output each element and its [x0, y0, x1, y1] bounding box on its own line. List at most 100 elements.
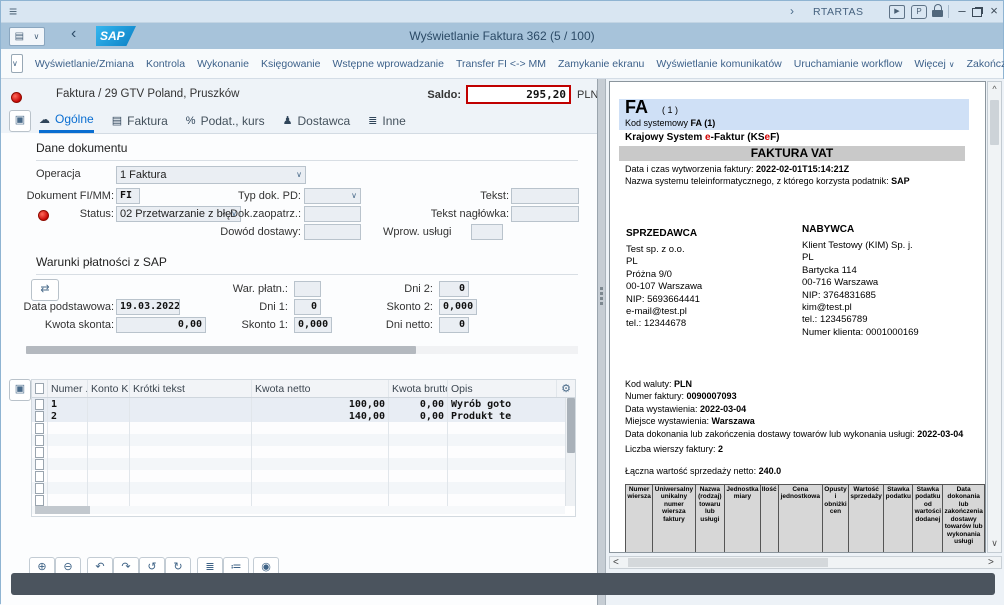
document-title: Faktura / 29 GTV Poland, Pruszków	[56, 86, 239, 102]
row-checkbox[interactable]	[32, 410, 48, 422]
transaction-combobox[interactable]: ∨	[11, 54, 23, 73]
row-checkbox[interactable]	[32, 494, 48, 506]
minimize-button[interactable]: –	[955, 3, 969, 18]
expand-button[interactable]: ▣	[9, 110, 31, 132]
row-checkbox[interactable]	[32, 446, 48, 458]
preview-column-header: Numer wiersza	[626, 485, 653, 554]
checkbox-icon	[35, 459, 44, 470]
row-checkbox[interactable]	[32, 482, 48, 494]
typ-dok-dropdown[interactable]: ∨	[304, 188, 361, 204]
system-bar: ≡ › RTARTAS ▶ P – ×	[1, 1, 1003, 23]
column-header[interactable]: Numer ...	[48, 380, 88, 397]
hscroll-thumb[interactable]	[26, 346, 416, 354]
gui-scripting-icon[interactable]: ▶	[889, 5, 905, 19]
row-checkbox[interactable]	[32, 458, 48, 470]
created-value: 2022-02-01T15:14:21Z	[756, 164, 849, 174]
row-checkbox[interactable]	[32, 470, 48, 482]
other-icon: ≣	[368, 114, 377, 127]
tab-label: Podat., kurs	[201, 114, 265, 128]
table-row[interactable]	[32, 446, 575, 458]
scroll-left-arrow[interactable]: <	[613, 557, 619, 568]
menu-item-end[interactable]: Zakończenie	[967, 58, 1004, 70]
address-line: tel.: 123456789	[802, 314, 919, 326]
address-line: e-mail@test.pl	[626, 306, 702, 318]
tab-ogolne[interactable]: ☁Ogólne	[39, 108, 94, 133]
ksef-line: Krajowy System e-Faktur (KSeF)	[625, 132, 780, 143]
hscroll-thumb[interactable]	[35, 506, 90, 514]
restore-button[interactable]	[970, 3, 984, 18]
vscroll-thumb[interactable]	[990, 100, 999, 145]
table-row[interactable]	[32, 470, 575, 482]
table-expand-button[interactable]: ▣	[9, 379, 31, 401]
tab-podat-kurs[interactable]: %Podat., kurs	[186, 114, 265, 128]
dowod-dostawy-label: Dowód dostawy:	[151, 224, 301, 240]
chat-icon[interactable]: P	[911, 5, 927, 19]
menu-item-wykonanie[interactable]: Wykonanie	[197, 58, 249, 70]
column-header[interactable]: Opis	[448, 380, 557, 397]
tekst-naglowka-field[interactable]	[511, 206, 579, 222]
table-row[interactable]	[32, 482, 575, 494]
column-header[interactable]: Kwota netto	[252, 380, 389, 397]
scroll-up-arrow[interactable]: ^	[988, 84, 1001, 94]
skonto2-field[interactable]: 0,000	[439, 299, 477, 315]
dni2-field[interactable]: 0	[439, 281, 469, 297]
menu-item-wstepne[interactable]: Wstępne wprowadzanie	[332, 58, 443, 70]
table-settings-button[interactable]: ⚙	[557, 380, 575, 397]
wprow-uslugi-field[interactable]	[471, 224, 503, 240]
tab-label: Dostawca	[297, 114, 350, 128]
menu-item-ksiegowanie[interactable]: Księgowanie	[261, 58, 321, 70]
row-checkbox[interactable]	[32, 434, 48, 446]
chevron-right-icon[interactable]: ›	[790, 4, 794, 18]
operacja-label: Operacja	[36, 166, 81, 182]
scroll-right-arrow[interactable]: >	[988, 557, 994, 568]
tekst-field[interactable]	[511, 188, 579, 204]
table-row[interactable]	[32, 422, 575, 434]
column-header[interactable]: Krótki tekst	[130, 380, 252, 397]
tab-dostawca[interactable]: ♟Dostawca	[283, 114, 351, 128]
table-row[interactable]	[32, 434, 575, 446]
dropdown-value: 1 Faktura	[120, 168, 166, 182]
saldo-field[interactable]: 295,20	[466, 85, 571, 104]
tekst-naglowka-label: Tekst nagłówka:	[381, 206, 509, 222]
menu-item-display-change[interactable]: Wyświetlanie/Zmiana	[35, 58, 134, 70]
menu-item-more[interactable]: Więcej ∨	[914, 58, 954, 70]
menu-item-kontrola[interactable]: Kontrola	[146, 58, 185, 70]
column-header[interactable]: Konto KG	[88, 380, 130, 397]
table-row[interactable]	[32, 458, 575, 470]
row-checkbox[interactable]	[32, 422, 48, 434]
hscroll-thumb[interactable]	[628, 558, 828, 567]
menu-item-transfer[interactable]: Transfer FI <-> MM	[456, 58, 546, 70]
lock-icon[interactable]	[932, 4, 944, 18]
net-total: Łączna wartość sprzedaży netto: 240.0	[625, 466, 781, 476]
close-button[interactable]: ×	[987, 3, 1001, 18]
detail-line: Kod waluty: PLN	[625, 378, 963, 390]
select-all-checkbox[interactable]	[32, 380, 48, 397]
address-line: Bartycka 114	[802, 265, 919, 277]
table-row[interactable]: 2 140,00 0,00 Produkt te	[32, 410, 575, 422]
dokument-field[interactable]: FI	[116, 188, 140, 204]
tab-faktura[interactable]: ▤Faktura	[112, 114, 168, 128]
address-line: PL	[802, 252, 919, 264]
table-row[interactable]	[32, 494, 575, 506]
ksef-text: -Faktur (KS	[711, 132, 765, 143]
table-row[interactable]: 1 100,00 0,00 Wyrób goto	[32, 398, 575, 410]
row-checkbox[interactable]	[32, 398, 48, 410]
dni-netto-field[interactable]: 0	[439, 317, 469, 333]
menu-icon[interactable]: ≡	[9, 3, 17, 19]
table-vscrollbar	[565, 398, 575, 506]
vscroll-thumb[interactable]	[567, 398, 575, 453]
column-header[interactable]: Kwota brutto	[389, 380, 448, 397]
preview-column-header: Nazwa (rodzaj) towaru lub usługi	[695, 485, 725, 554]
operacja-dropdown[interactable]: 1 Faktura∨	[116, 166, 306, 184]
panel-splitter[interactable]	[597, 79, 606, 605]
menu-item-workflow[interactable]: Uruchamianie workflow	[794, 58, 903, 70]
menu-item-zamykanie[interactable]: Zamykanie ekranu	[558, 58, 644, 70]
dowod-dostawy-field[interactable]	[304, 224, 361, 240]
detail-line: Numer faktury: 0090007093	[625, 390, 963, 402]
dok-zaopatrz-field[interactable]	[304, 206, 361, 222]
tab-inne[interactable]: ≣Inne	[368, 114, 406, 128]
payment-propose-button[interactable]: ⇄	[31, 279, 59, 301]
menu-item-komunikaty[interactable]: Wyświetlanie komunikatów	[656, 58, 781, 70]
skonto1-label: Skonto 1:	[151, 317, 288, 333]
scroll-down-arrow[interactable]: ∨	[988, 538, 1001, 549]
